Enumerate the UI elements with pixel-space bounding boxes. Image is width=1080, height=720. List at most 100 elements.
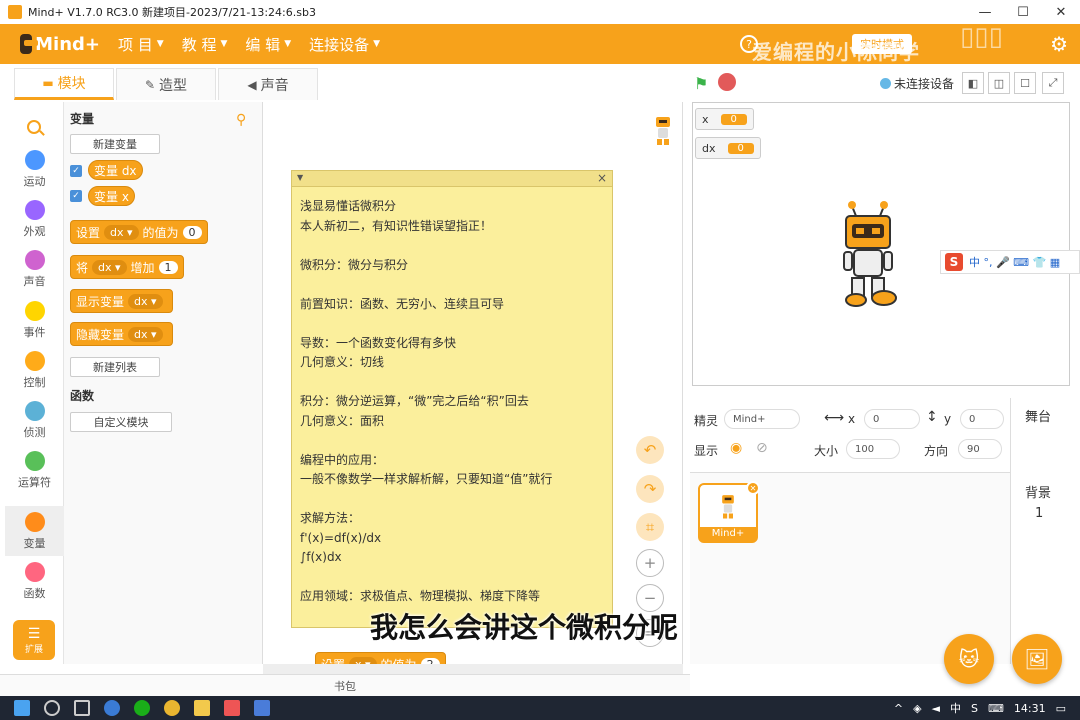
close-button[interactable]: ✕ <box>1042 0 1080 24</box>
category-label: 变量 <box>23 536 46 550</box>
category-sound[interactable]: 声音 <box>5 244 64 294</box>
app-icon[interactable] <box>224 700 240 716</box>
undo-button[interactable]: ↶ <box>636 436 664 464</box>
normal-stage-button[interactable]: ◫ <box>988 72 1010 94</box>
fullscreen-icon[interactable]: ⤢ <box>1042 72 1064 94</box>
chrome-icon[interactable] <box>164 700 180 716</box>
comment-note[interactable]: ▼ × 浅显易懂话微积分 本人新初二，有知识性错误望指正！ 微积分：微分与积分 … <box>291 170 613 628</box>
task-view-icon[interactable] <box>74 700 90 716</box>
windows-start-icon[interactable] <box>14 700 30 716</box>
file-explorer-icon[interactable] <box>194 700 210 716</box>
redo-button[interactable]: ↷ <box>636 475 664 503</box>
checkbox-var-dx[interactable]: ✓ <box>70 165 82 177</box>
block-hide-variable[interactable]: 隐藏变量 dx ▾ <box>70 322 173 346</box>
crop-icon[interactable]: ⌗ <box>636 513 664 541</box>
block-show-variable[interactable]: 显示变量 dx ▾ <box>70 289 173 313</box>
reporter-var-x[interactable]: 变量 x <box>88 186 135 206</box>
direction-input[interactable]: 90 <box>958 439 1002 459</box>
notification-icon[interactable]: ▭ <box>1056 702 1066 715</box>
category-events[interactable]: 事件 <box>5 295 64 345</box>
green-flag-icon[interactable]: ⚑ <box>694 74 710 93</box>
stage-pane[interactable]: 舞台 背景 1 <box>1010 398 1070 664</box>
eye-visible-icon[interactable]: ◉ <box>730 440 742 456</box>
monitor-var-x[interactable]: x0 <box>695 108 754 130</box>
connection-icon <box>880 78 891 89</box>
tray-arrow-icon[interactable]: ^ <box>894 702 903 715</box>
eye-hidden-icon[interactable]: ⊘ <box>756 440 768 456</box>
search-icon[interactable] <box>44 700 60 716</box>
menu-tutorial[interactable]: 教 程 ▼ <box>182 34 228 55</box>
add-sprite-button[interactable]: 🐱 <box>944 634 994 684</box>
small-stage-button[interactable]: ◧ <box>962 72 984 94</box>
mind-plus-robot-sprite[interactable] <box>838 200 898 308</box>
variable-dropdown[interactable]: dx ▾ <box>128 293 163 309</box>
clock[interactable]: 14:31 <box>1014 702 1046 715</box>
checkbox-var-x[interactable]: ✓ <box>70 190 82 202</box>
tab-sounds[interactable]: ◀ 声音 <box>218 68 318 100</box>
sprite-thumbnail-icon <box>656 117 670 145</box>
variable-dropdown[interactable]: dx ▾ <box>92 259 127 275</box>
pin-icon[interactable]: ⚲ <box>236 112 246 128</box>
volume-icon[interactable]: ◄ <box>932 702 940 715</box>
note-close-icon[interactable]: × <box>597 171 607 185</box>
browser-icon[interactable] <box>104 700 120 716</box>
note-text[interactable]: 浅显易懂话微积分 本人新初二，有知识性错误望指正！ 微积分：微分与积分 前置知识… <box>292 187 612 617</box>
category-sensing[interactable]: 侦测 <box>5 395 64 445</box>
monitor-value: 0 <box>720 113 747 125</box>
monitor-var-dx[interactable]: dx 0 <box>695 137 761 159</box>
block-set-variable[interactable]: 设置 dx ▾ 的值为 0 <box>70 220 208 244</box>
add-backdrop-button[interactable]: 🖼 <box>1012 634 1062 684</box>
network-icon[interactable]: ◈ <box>913 702 921 715</box>
value-input[interactable]: 0 <box>182 225 202 239</box>
category-looks[interactable]: 外观 <box>5 194 64 244</box>
category-variables[interactable]: 变量 <box>5 506 64 556</box>
script-area[interactable]: ▼ × 浅显易懂话微积分 本人新初二，有知识性错误望指正！ 微积分：微分与积分 … <box>263 102 683 676</box>
keyboard-icon[interactable]: ⌨ <box>988 702 1004 715</box>
connection-status[interactable]: 未连接设备 <box>880 75 954 92</box>
reporter-var-dx[interactable]: 变量 dx <box>88 160 143 180</box>
minimize-button[interactable]: — <box>966 0 1004 24</box>
sprite-card[interactable]: Mind+ ✕ <box>698 481 760 543</box>
new-variable-button[interactable]: 新建变量 <box>70 134 160 154</box>
custom-block-button[interactable]: 自定义模块 <box>70 412 172 432</box>
collapse-arrow-icon[interactable]: ▼ <box>297 173 303 182</box>
backdrop-count: 1 <box>1035 506 1044 521</box>
ime-buttons[interactable]: 中 °, 🎤 ⌨ 👕 ▦ <box>969 254 1060 270</box>
category-operators[interactable]: 运算符 <box>5 445 64 495</box>
block-change-variable[interactable]: 将 dx ▾ 增加 1 <box>70 255 184 279</box>
extensions-button[interactable]: ☰ 扩展 <box>13 620 55 660</box>
tab-blocks[interactable]: ▬ 模块 <box>14 68 114 100</box>
y-input[interactable]: 0 <box>960 409 1004 429</box>
sprite-name-input[interactable]: Mind+ <box>724 409 800 429</box>
new-list-button[interactable]: 新建列表 <box>70 357 160 377</box>
zoom-in-button[interactable]: + <box>636 549 664 577</box>
ime-mode-indicator[interactable]: 中 <box>950 700 961 716</box>
search-icon[interactable] <box>27 120 41 134</box>
menu-connect-device[interactable]: 连接设备 ▼ <box>309 34 380 55</box>
category-label: 运算符 <box>18 475 51 489</box>
ime-toolbar[interactable]: S 中 °, 🎤 ⌨ 👕 ▦ <box>940 250 1080 274</box>
maximize-button[interactable]: ☐ <box>1004 0 1042 24</box>
category-functions[interactable]: 函数 <box>5 556 64 606</box>
sogou-tray-icon[interactable]: S <box>971 702 978 715</box>
menu-edit[interactable]: 编 辑 ▼ <box>245 34 291 55</box>
size-input[interactable]: 100 <box>846 439 900 459</box>
mind-plus-taskbar-icon[interactable] <box>254 700 270 716</box>
variables-section-title: 变量 <box>70 112 95 126</box>
wechat-icon[interactable] <box>134 700 150 716</box>
script-scrollbar[interactable] <box>263 664 683 674</box>
stop-icon[interactable] <box>718 73 736 91</box>
gear-icon[interactable]: ⚙ <box>1050 32 1068 56</box>
x-input[interactable]: 0 <box>864 409 920 429</box>
variable-dropdown[interactable]: dx ▾ <box>104 224 139 240</box>
menu-project[interactable]: 项 目 ▼ <box>118 34 164 55</box>
value-input[interactable]: 1 <box>158 260 178 274</box>
delete-sprite-icon[interactable]: ✕ <box>746 481 760 495</box>
category-control[interactable]: 控制 <box>5 345 64 395</box>
variable-dropdown[interactable]: dx ▾ <box>128 326 163 342</box>
large-stage-button[interactable]: ☐ <box>1014 72 1036 94</box>
backpack-bar[interactable]: 书包 <box>0 674 690 696</box>
tab-costumes[interactable]: ✎ 造型 <box>116 68 216 100</box>
category-motion[interactable]: 运动 <box>5 144 64 194</box>
mind-plus-logo[interactable]: Mind+ <box>20 31 100 57</box>
